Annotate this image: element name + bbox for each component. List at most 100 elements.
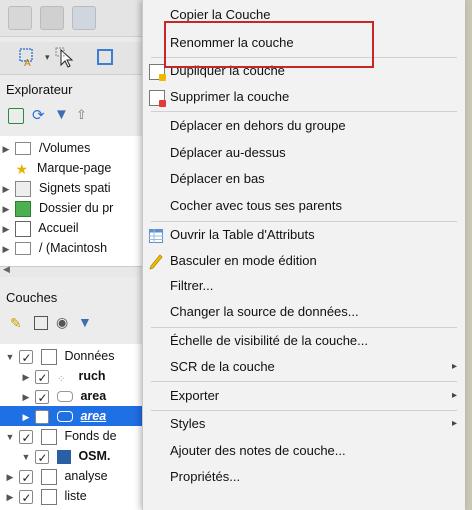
folder-icon xyxy=(15,142,32,156)
menu-item-label: Ajouter des notes de couche... xyxy=(170,443,346,458)
menu-item-add-layer-notes[interactable]: Ajouter des notes de couche... xyxy=(143,440,465,462)
explorer-item-volumes[interactable]: ▶ /Volumes xyxy=(0,138,90,158)
menu-item-label: SCR de la couche xyxy=(170,359,275,374)
toolbar-select: A ▾ xyxy=(0,42,150,75)
menu-item-label: Propriétés... xyxy=(170,469,241,484)
polygon-layer-icon xyxy=(56,391,73,403)
expand-arrow-icon[interactable]: ▶ xyxy=(4,467,16,487)
tool-icon[interactable] xyxy=(40,6,64,30)
svg-text:A: A xyxy=(24,58,31,69)
layer-area-selected[interactable]: ▶ area xyxy=(20,406,106,426)
layer-area[interactable]: ▶ area xyxy=(20,386,107,408)
expand-arrow-icon[interactable]: ▶ xyxy=(0,239,12,259)
layers-tree: ▼ Données ▶ ⁘ ruch ▶ area ▶ area ▼ xyxy=(0,344,150,510)
expand-arrow-icon[interactable]: ▶ xyxy=(0,219,12,239)
expand-arrow-icon[interactable]: ▶ xyxy=(20,367,32,387)
star-icon: ★ xyxy=(15,160,29,177)
menu-item-change-data-source[interactable]: Changer la source de données... xyxy=(143,301,465,323)
collapse-arrow-icon[interactable]: ▼ xyxy=(4,347,16,367)
layer-checkbox[interactable] xyxy=(19,468,34,488)
layer-checkbox[interactable] xyxy=(35,409,50,424)
layer-group-analyse[interactable]: ▶ analyse xyxy=(4,466,108,488)
horizontal-scrollbar[interactable]: ◀ xyxy=(0,264,150,277)
filter-icon[interactable]: ▼ xyxy=(54,106,69,123)
layer-label: liste xyxy=(64,489,87,503)
menu-item-layer-crs[interactable]: SCR de la couche ▸ xyxy=(143,356,465,378)
expand-arrow-icon[interactable]: ▶ xyxy=(20,407,32,427)
point-layer-icon: ⁘ xyxy=(56,373,66,385)
refresh-icon[interactable]: ⟳ xyxy=(32,106,45,124)
explorer-item-spatial-bookmarks[interactable]: ▶ Signets spati xyxy=(0,178,111,198)
explorer-item-macintosh[interactable]: ▶ / (Macintosh xyxy=(0,238,107,258)
menu-item-label: Déplacer en bas xyxy=(170,171,265,186)
select-features-icon[interactable]: A xyxy=(18,47,40,69)
layer-group-fonds[interactable]: ▼ Fonds de xyxy=(4,426,117,448)
menu-item-label: Basculer en mode édition xyxy=(170,253,317,268)
layer-checkbox[interactable] xyxy=(19,428,34,448)
submenu-arrow-icon: ▸ xyxy=(451,361,457,372)
menu-item-check-parents[interactable]: Cocher avec tous ses parents xyxy=(143,195,465,217)
menu-item-visibility-scale[interactable]: Échelle de visibilité de la couche... xyxy=(143,330,465,352)
layer-osm[interactable]: ▼ OSM. xyxy=(20,446,111,468)
style-icon[interactable]: ✎ xyxy=(10,315,22,332)
menu-item-filter[interactable]: Filtrer... xyxy=(143,275,465,297)
menu-item-toggle-editing[interactable]: Basculer en mode édition xyxy=(143,250,465,272)
menu-item-export[interactable]: Exporter ▸ xyxy=(143,385,465,407)
tree-label: / (Macintosh xyxy=(38,241,108,255)
highlight-box xyxy=(164,21,374,68)
group-icon xyxy=(40,468,57,485)
menu-separator xyxy=(151,410,457,411)
dropdown-arrow-icon[interactable]: ▾ xyxy=(45,52,50,63)
explorer-item-home[interactable]: ▶ Accueil xyxy=(0,218,79,238)
collapse-icon[interactable]: ⇧ xyxy=(76,107,87,123)
layers-title: Couches xyxy=(6,290,58,305)
pointer-icon[interactable] xyxy=(55,47,77,69)
layer-checkbox[interactable] xyxy=(35,448,50,468)
filter-legend-icon[interactable]: ▼ xyxy=(78,314,92,330)
layer-ruches[interactable]: ▶ ⁘ ruch xyxy=(20,366,106,388)
expand-arrow-icon[interactable]: ▶ xyxy=(0,139,12,159)
menu-item-delete-layer[interactable]: Supprimer la couche xyxy=(143,86,465,108)
layer-group-liste[interactable]: ▶ liste xyxy=(4,486,87,508)
menu-item-styles[interactable]: Styles ▸ xyxy=(143,413,465,435)
menu-item-move-down[interactable]: Déplacer en bas xyxy=(143,168,465,190)
scroll-left-icon[interactable]: ◀ xyxy=(3,264,10,275)
menu-item-open-attribute-table[interactable]: Ouvrir la Table d'Attributs xyxy=(143,224,465,246)
layer-checkbox[interactable] xyxy=(35,368,50,388)
menu-item-move-out-of-group[interactable]: Déplacer en dehors du groupe xyxy=(143,115,465,137)
layer-label: ruch xyxy=(78,369,106,383)
folder-icon xyxy=(15,242,32,256)
explorer-item-project-folder[interactable]: ▶ Dossier du pr xyxy=(0,198,113,218)
tree-label: Accueil xyxy=(38,221,79,235)
bookmark-icon xyxy=(15,180,32,197)
add-group-icon[interactable] xyxy=(34,316,48,330)
collapse-arrow-icon[interactable]: ▼ xyxy=(4,427,16,447)
add-icon[interactable] xyxy=(8,108,24,124)
eye-icon[interactable]: ◉ xyxy=(56,314,68,331)
identify-icon[interactable] xyxy=(95,47,117,69)
menu-separator xyxy=(151,381,457,382)
menu-item-properties[interactable]: Propriétés... xyxy=(143,466,465,488)
toolbar-icon[interactable] xyxy=(72,6,96,30)
layer-group-donnees[interactable]: ▼ Données xyxy=(4,346,115,368)
layer-checkbox[interactable] xyxy=(19,488,34,508)
expand-arrow-icon[interactable]: ▶ xyxy=(0,179,12,199)
expand-arrow-icon[interactable]: ▶ xyxy=(4,487,16,507)
explorer-item-bookmarks[interactable]: ★ Marque-page xyxy=(0,158,111,178)
menu-item-move-up[interactable]: Déplacer au-dessus xyxy=(143,142,465,164)
toolbar-top xyxy=(0,0,150,37)
tree-label: Signets spati xyxy=(38,181,111,195)
left-panels: A ▾ Explorateur ⟳ ▼ ⇧ ▶ /Volumes ★ Marqu… xyxy=(0,0,150,510)
menu-item-label: Filtrer... xyxy=(170,278,214,293)
map-icon[interactable] xyxy=(8,6,32,30)
layer-checkbox[interactable] xyxy=(19,348,34,368)
menu-item-label: Supprimer la couche xyxy=(170,89,290,104)
menu-item-label: Changer la source de données... xyxy=(170,304,359,319)
expand-arrow-icon[interactable]: ▶ xyxy=(20,387,32,407)
expand-arrow-icon[interactable]: ▶ xyxy=(0,199,12,219)
group-icon xyxy=(40,348,57,365)
group-icon xyxy=(40,428,57,445)
collapse-arrow-icon[interactable]: ▼ xyxy=(20,447,32,467)
group-icon xyxy=(40,488,57,505)
layer-checkbox[interactable] xyxy=(35,388,50,408)
